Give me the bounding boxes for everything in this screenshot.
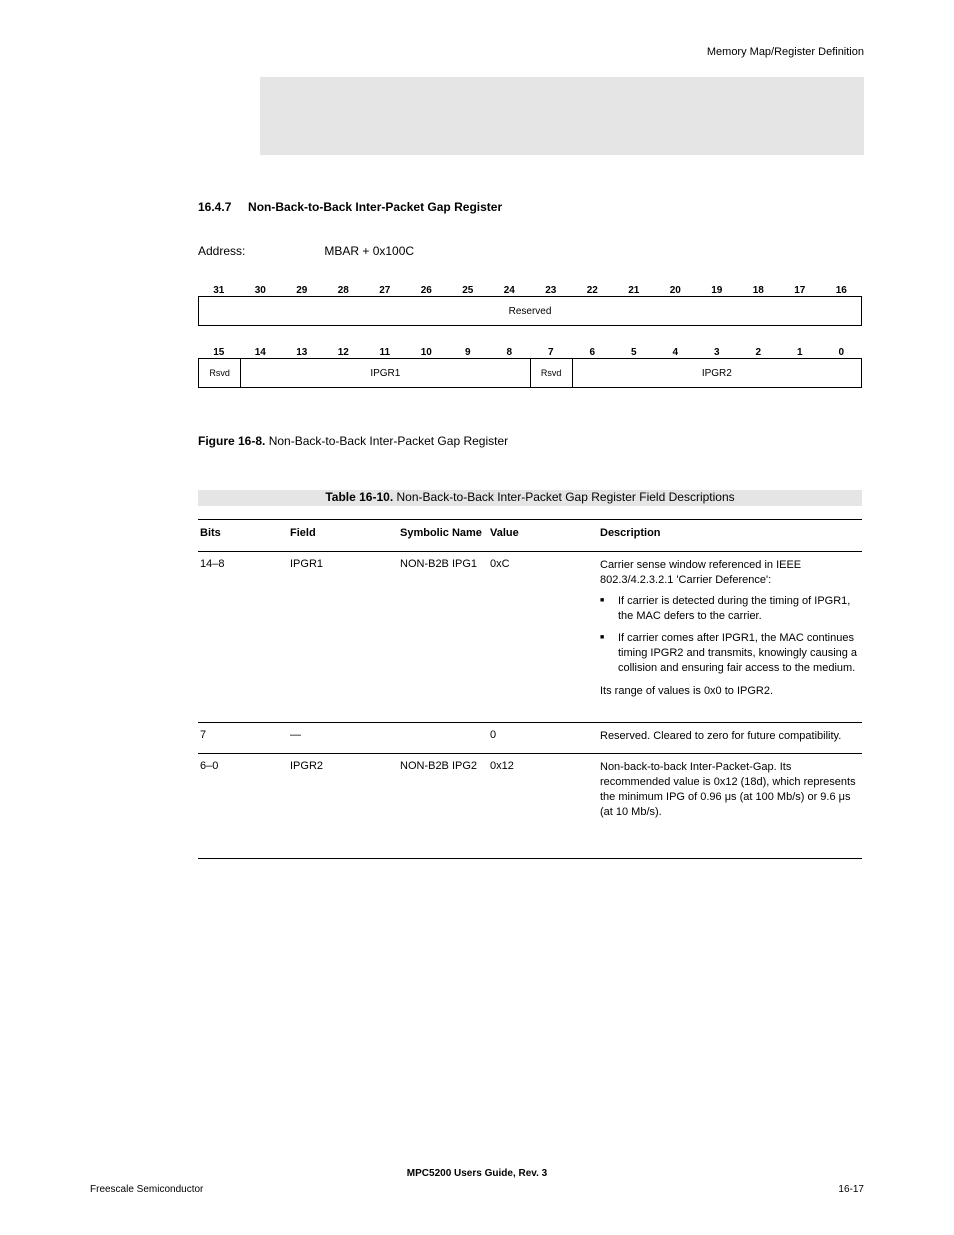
td-bits: 6–0 xyxy=(198,760,290,825)
table-header: Bits Field Symbolic Name Value Descripti… xyxy=(198,521,862,543)
bit-num: 1 xyxy=(779,347,821,358)
table-caption-text: Non-Back-to-Back Inter-Packet Gap Regist… xyxy=(397,490,735,504)
field-rsvd: Rsvd xyxy=(199,359,240,387)
table-caption: Table 16-10. Non-Back-to-Back Inter-Pack… xyxy=(198,490,862,504)
th-desc: Description xyxy=(600,527,862,539)
bit-num: 8 xyxy=(489,347,531,358)
figure-caption: Figure 16-8. Non-Back-to-Back Inter-Pack… xyxy=(198,434,508,448)
page-header-right: Memory Map/Register Definition xyxy=(707,46,864,58)
figure-caption-label: Figure 16-8. xyxy=(198,434,265,448)
desc-bullet: If carrier is detected during the timing… xyxy=(600,594,858,624)
td-desc: Reserved. Cleared to zero for future com… xyxy=(600,729,862,750)
bit-num: 16 xyxy=(821,285,863,296)
bit-num: 19 xyxy=(696,285,738,296)
section-title: Non-Back-to-Back Inter-Packet Gap Regist… xyxy=(248,200,502,214)
bit-num: 11 xyxy=(364,347,406,358)
bit-num: 27 xyxy=(364,285,406,296)
bit-num: 0 xyxy=(821,347,863,358)
td-bits: 14–8 xyxy=(198,558,290,705)
field-reserved: Reserved xyxy=(199,297,861,325)
page-footer: Freescale Semiconductor MPC5200 Users Gu… xyxy=(90,1184,864,1195)
address-value: MBAR + 0x100C xyxy=(324,244,414,258)
bit-num: 22 xyxy=(572,285,614,296)
bit-num: 20 xyxy=(655,285,697,296)
bit-num: 31 xyxy=(198,285,240,296)
bit-num: 17 xyxy=(779,285,821,296)
td-field: IPGR2 xyxy=(290,760,400,825)
td-field: IPGR1 xyxy=(290,558,400,705)
bit-num: 4 xyxy=(655,347,697,358)
field-ipgr1: IPGR1 xyxy=(240,359,529,387)
desc-text: Carrier sense window referenced in IEEE … xyxy=(600,558,858,588)
desc-bullet: If carrier comes after IPGR1, the MAC co… xyxy=(600,631,858,676)
address-label: Address: xyxy=(198,244,321,258)
th-sym: Symbolic Name xyxy=(400,527,490,539)
bit-num: 26 xyxy=(406,285,448,296)
bitnums-high: 31 30 29 28 27 26 25 24 23 22 21 20 19 1… xyxy=(198,278,862,296)
bit-num: 25 xyxy=(447,285,489,296)
table-row: 7 — 0 Reserved. Cleared to zero for futu… xyxy=(198,729,862,750)
bit-num: 6 xyxy=(572,347,614,358)
header-band xyxy=(260,77,864,155)
td-sym: NON-B2B IPG1 xyxy=(400,558,490,705)
bit-num: 3 xyxy=(696,347,738,358)
bit-num: 18 xyxy=(738,285,780,296)
table-row: 14–8 IPGR1 NON-B2B IPG1 0xC Carrier sens… xyxy=(198,558,862,705)
bit-num: 12 xyxy=(323,347,365,358)
table-caption-label: Table 16-10. xyxy=(325,490,393,504)
bit-num: 10 xyxy=(406,347,448,358)
field-rsvd: Rsvd xyxy=(530,359,572,387)
bitrow-high: Reserved xyxy=(198,296,862,326)
bit-num: 14 xyxy=(240,347,282,358)
td-desc: Non-back-to-back Inter-Packet-Gap. Its r… xyxy=(600,760,862,825)
td-field: — xyxy=(290,729,400,750)
bit-num: 5 xyxy=(613,347,655,358)
bit-num: 2 xyxy=(738,347,780,358)
bit-num: 23 xyxy=(530,285,572,296)
bit-num: 28 xyxy=(323,285,365,296)
td-sym xyxy=(400,729,490,750)
td-value: 0xC xyxy=(490,558,600,705)
desc-text: Non-back-to-back Inter-Packet-Gap. Its r… xyxy=(600,760,858,819)
footer-center: Freescale Semiconductor xyxy=(90,1184,203,1195)
bitnums-low: 15 14 13 12 11 10 9 8 7 6 5 4 3 2 1 0 xyxy=(198,340,862,358)
bitrow-low: Rsvd IPGR1 Rsvd IPGR2 xyxy=(198,358,862,388)
td-desc: Carrier sense window referenced in IEEE … xyxy=(600,558,862,705)
bit-num: 7 xyxy=(530,347,572,358)
register-figure: 31 30 29 28 27 26 25 24 23 22 21 20 19 1… xyxy=(198,278,862,388)
th-field: Field xyxy=(290,527,400,539)
section-heading: 16.4.7 Non-Back-to-Back Inter-Packet Gap… xyxy=(198,200,502,214)
th-bits: Bits xyxy=(198,527,290,539)
table-row: 6–0 IPGR2 NON-B2B IPG2 0x12 Non-back-to-… xyxy=(198,760,862,825)
figure-caption-text: Non-Back-to-Back Inter-Packet Gap Regist… xyxy=(269,434,508,448)
desc-text: Reserved. Cleared to zero for future com… xyxy=(600,729,858,744)
bit-num: 15 xyxy=(198,347,240,358)
td-sym: NON-B2B IPG2 xyxy=(400,760,490,825)
td-value: 0 xyxy=(490,729,600,750)
field-ipgr2: IPGR2 xyxy=(572,359,861,387)
bit-num: 9 xyxy=(447,347,489,358)
bit-num: 30 xyxy=(240,285,282,296)
td-bits: 7 xyxy=(198,729,290,750)
bit-num: 13 xyxy=(281,347,323,358)
footer-right: 16-17 xyxy=(838,1184,864,1195)
td-value: 0x12 xyxy=(490,760,600,825)
bit-num: 24 xyxy=(489,285,531,296)
th-value: Value xyxy=(490,527,600,539)
section-number: 16.4.7 xyxy=(198,200,231,214)
bit-num: 21 xyxy=(613,285,655,296)
bit-num: 29 xyxy=(281,285,323,296)
desc-text: Its range of values is 0x0 to IPGR2. xyxy=(600,684,858,699)
footer-left: MPC5200 Users Guide, Rev. 3 xyxy=(90,1168,864,1179)
